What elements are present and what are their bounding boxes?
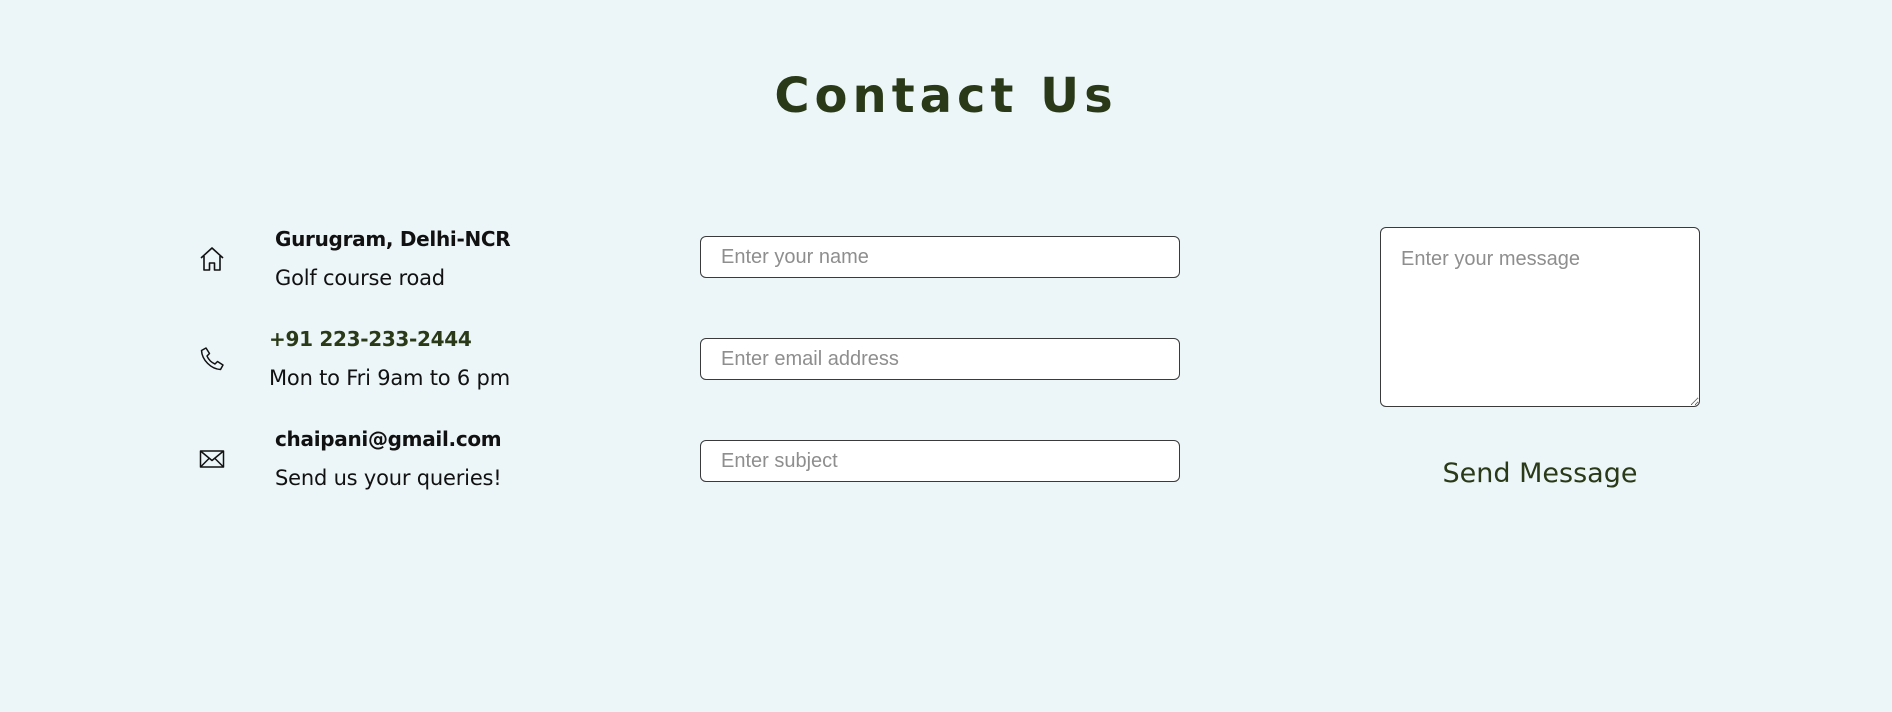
email-detail: Send us your queries!	[275, 466, 502, 490]
phone-heading: +91 223-233-2444	[269, 327, 472, 351]
email-input[interactable]	[700, 338, 1180, 380]
email-heading: chaipani@gmail.com	[275, 427, 502, 451]
page-title: Contact Us	[774, 68, 1118, 124]
envelope-icon	[198, 445, 226, 473]
phone-icon	[198, 345, 226, 373]
phone-detail: Mon to Fri 9am to 6 pm	[269, 366, 510, 390]
name-input[interactable]	[700, 236, 1180, 278]
address-detail: Golf course road	[275, 266, 445, 290]
message-textarea[interactable]	[1380, 227, 1700, 407]
subject-input[interactable]	[700, 440, 1180, 482]
home-icon	[198, 245, 226, 273]
address-heading: Gurugram, Delhi-NCR	[275, 227, 511, 251]
send-message-button[interactable]: Send Message	[1380, 453, 1700, 493]
